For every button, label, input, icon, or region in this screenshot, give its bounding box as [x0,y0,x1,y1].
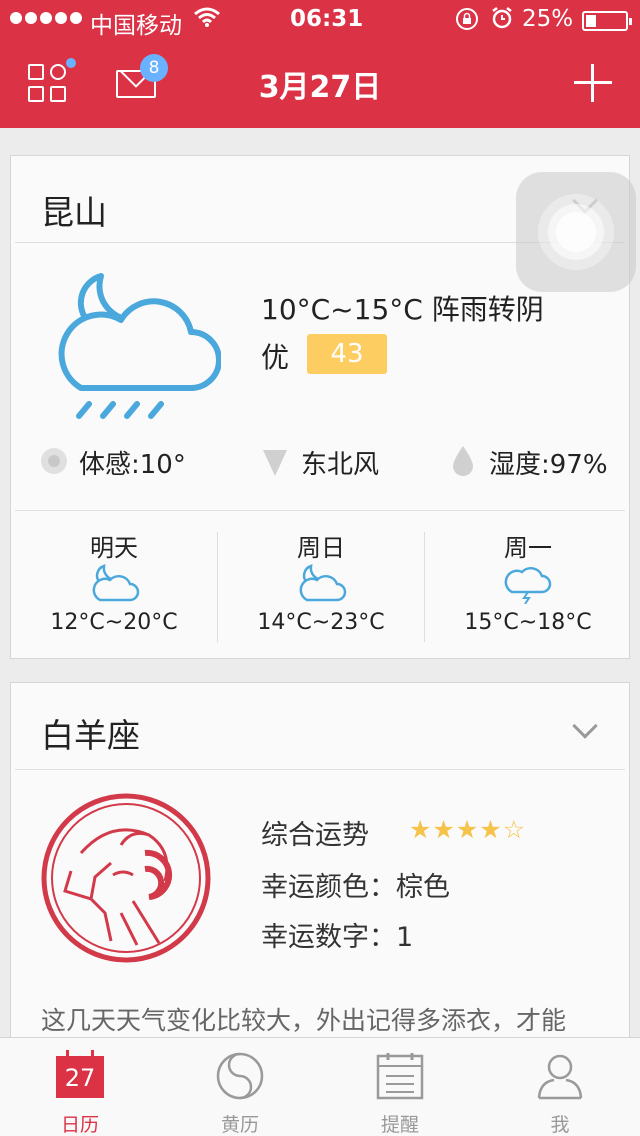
forecast-item[interactable]: 周一 15°C~18°C [425,512,631,642]
status-time: 06:31 [290,6,364,32]
tab-label: 提醒 [380,1114,419,1136]
assistive-touch-button[interactable] [516,172,636,292]
app-header: 中国移动 06:31 25% 8 3月27日 [0,0,640,128]
feels-like: 体感:10° [79,450,186,480]
nav-bar: 8 3月27日 [0,40,640,128]
divider [15,769,625,770]
tab-label: 日历 [60,1114,99,1136]
divider [15,510,625,511]
yin-yang-icon [216,1052,264,1100]
tab-me[interactable]: 我 [480,1038,640,1136]
signal-strength-icon [10,12,82,24]
battery-percent: 25% [522,6,574,32]
zodiac-sign: 白羊座 [41,716,140,755]
wifi-icon [194,6,220,33]
forecast-range: 12°C~20°C [50,610,178,635]
moon-cloud-rain-icon [58,273,221,419]
chevron-down-icon[interactable] [572,713,598,739]
carrier-label: 中国移动 [90,13,182,39]
forecast-item[interactable]: 明天 12°C~20°C [11,512,217,642]
forecast-range: 14°C~23°C [257,610,385,635]
aries-emblem-icon [41,793,211,963]
calendar-icon: 27 [56,1050,104,1098]
add-button[interactable] [574,64,612,102]
aqi-label: 优 [261,341,290,374]
tab-label: 黄历 [220,1114,259,1136]
date-title[interactable]: 3月27日 [0,62,640,106]
lucky-color: 幸运颜色：棕色 [261,872,450,903]
horoscope-description: 这几天天气变化比较大，外出记得多添衣，才能 [41,1006,567,1035]
horoscope-card: 白羊座 综合运势 ★★★★☆ 幸运颜色：棕色 幸运数字：1 这几天天气变化比较大… [10,682,630,1062]
forecast-row: 明天 12°C~20°C 周日 14°C~23°C 周一 15°C~18°C [11,512,631,642]
tab-reminders[interactable]: 提醒 [320,1038,480,1136]
weather-summary: 10°C~15°C 阵雨转阴 [261,293,544,326]
forecast-day: 周一 [504,534,552,562]
aqi-badge: 43 [307,334,387,374]
forecast-day: 明天 [90,534,138,562]
forecast-day: 周日 [297,534,345,562]
forecast-item[interactable]: 周日 14°C~23°C [218,512,424,642]
status-bar: 中国移动 06:31 25% [0,0,640,40]
thunder-cloud-icon [504,566,552,604]
cloud-moon-icon [299,564,347,602]
sun-icon [41,448,67,474]
wind-direction-icon [263,450,287,476]
person-icon [537,1054,583,1100]
overall-fortune-label: 综合运势 [261,820,369,851]
humidity: 湿度:97% [489,450,608,480]
alarm-icon [490,6,514,35]
tab-calendar[interactable]: 27 日历 [0,1038,160,1136]
forecast-range: 15°C~18°C [464,610,592,635]
notepad-icon [376,1053,424,1100]
lucky-number: 幸运数字：1 [261,922,414,953]
battery-icon [582,11,632,31]
tab-bar: 27 日历 黄历 提醒 我 [0,1037,640,1136]
city-name: 昆山 [41,193,107,232]
tab-label: 我 [550,1114,570,1136]
cloud-moon-icon [92,564,140,602]
wind-direction: 东北风 [301,450,380,480]
tab-almanac[interactable]: 黄历 [160,1038,320,1136]
humidity-drop-icon [453,446,473,476]
rotation-lock-icon [455,7,479,36]
rating-stars: ★★★★☆ [409,815,527,844]
